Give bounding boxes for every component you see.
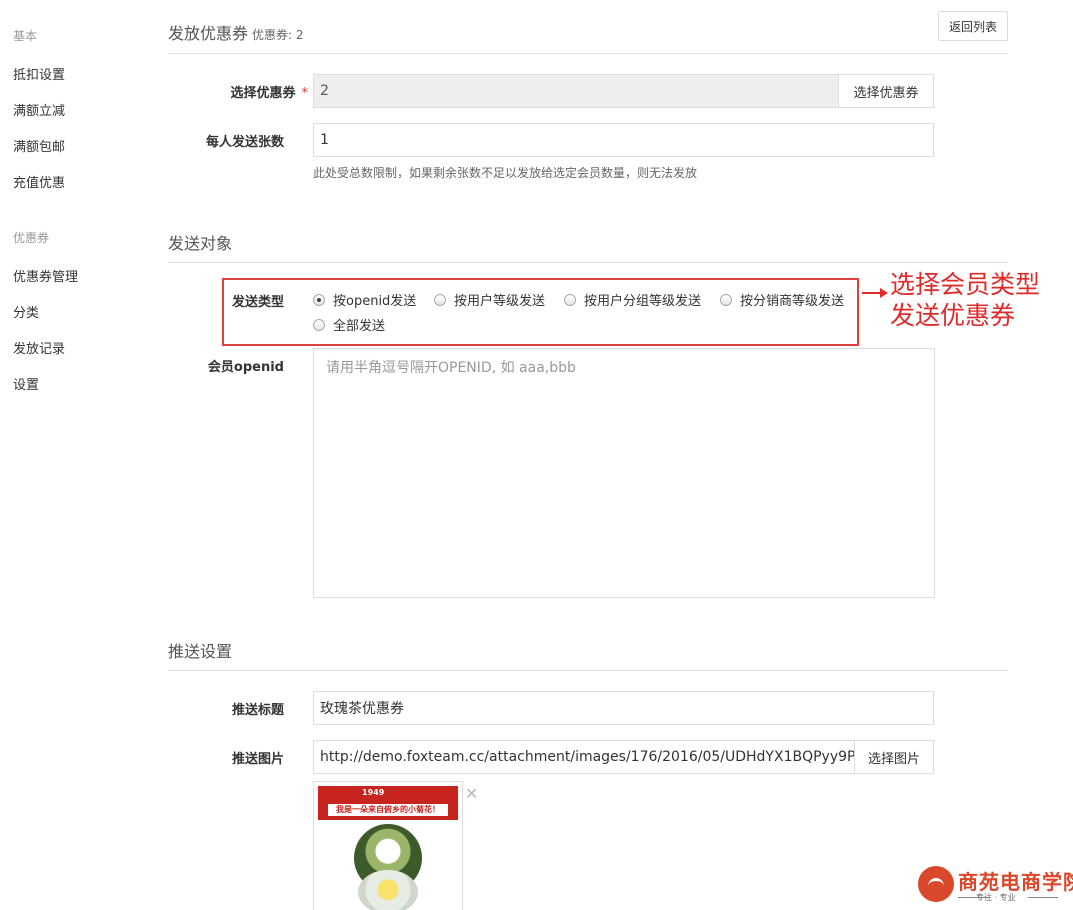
divider [168,53,1008,54]
divider [168,670,1008,671]
sidebar-group-coupon: 优惠券 [13,231,50,245]
coupon-input[interactable]: 2 [313,74,839,108]
sidebar-item-coupon-manage[interactable]: 优惠券管理 [13,266,78,285]
push-section-title: 推送设置 [168,642,233,661]
arrow-right-icon [862,288,888,298]
watermark-logo: 商苑电商学院 专注 · 专业 [918,866,1073,906]
watermark-emblem-icon [918,866,954,902]
target-section-title: 发送对象 [168,234,233,253]
required-mark: * [301,86,309,101]
image-preview: 1949 我是一朵来自俯乡的小菊花！ [313,781,463,910]
annotation-line-1: 选择会员类型 [890,270,1041,299]
push-title-input[interactable]: 玫瑰茶优惠券 [313,691,934,725]
push-image-label: 推送图片 [231,752,284,767]
openid-label: 会员openid [207,360,284,375]
watermark-line [1028,897,1058,898]
count-help-text: 此处受总数限制，如果剩余张数不足以发放给选定会员数量，则无法发放 [313,166,698,180]
coupon-label-text: 选择优惠券 [230,86,296,101]
annotation-line-2: 发送优惠券 [890,301,1016,330]
select-image-button[interactable]: 选择图片 [854,740,934,774]
preview-image: 1949 我是一朵来自俯乡的小菊花！ [318,786,458,910]
watermark-sub: 专注 · 专业 [976,893,1016,902]
back-to-list-button[interactable]: 返回列表 [938,11,1008,41]
select-coupon-button[interactable]: 选择优惠券 [838,74,934,108]
count-input[interactable]: 1 [313,123,934,157]
annotation-arrow [862,287,888,299]
main-content: 发放优惠券 优惠券: 2 返回列表 选择优惠券 * 2 选择优惠券 每人发送张数 1… [168,0,1008,910]
preview-logo: 1949 [362,788,385,797]
divider [168,262,1008,263]
sidebar-item-category[interactable]: 分类 [13,302,39,321]
sidebar-item-free-shipping[interactable]: 满额包邮 [13,136,65,155]
openid-textarea[interactable]: 请用半角逗号隔开OPENID, 如 aaa,bbb [313,348,935,598]
sidebar-item-deduction[interactable]: 抵扣设置 [13,64,65,83]
push-title-label: 推送标题 [231,703,284,718]
sidebar: 基本 抵扣设置 满额立减 满额包邮 充值优惠 优惠券 优惠券管理 分类 发放记录… [0,0,140,910]
highlight-box [222,278,859,346]
watermark-name: 商苑电商学院 [958,870,1073,894]
sidebar-group-basic: 基本 [13,29,38,43]
coupon-label: 选择优惠券 * [208,82,308,101]
sidebar-item-recharge[interactable]: 充值优惠 [13,172,65,191]
sidebar-item-settings[interactable]: 设置 [13,374,39,393]
page-title-text: 发放优惠券 [168,24,249,43]
page-title: 发放优惠券 优惠券: 2 [168,20,304,44]
page-subtitle: 优惠券: 2 [252,28,304,42]
sidebar-item-send-records[interactable]: 发放记录 [13,338,65,357]
push-image-url-input[interactable]: http://demo.foxteam.cc/attachment/images… [313,740,855,774]
remove-image-icon[interactable]: ✕ [465,784,478,803]
tea-cup-picture [358,870,418,910]
sidebar-item-full-reduce[interactable]: 满额立减 [13,100,65,119]
count-label: 每人发送张数 [205,135,284,150]
preview-banner: 1949 我是一朵来自俯乡的小菊花！ [318,786,458,820]
preview-slogan: 我是一朵来自俯乡的小菊花！ [328,804,448,816]
